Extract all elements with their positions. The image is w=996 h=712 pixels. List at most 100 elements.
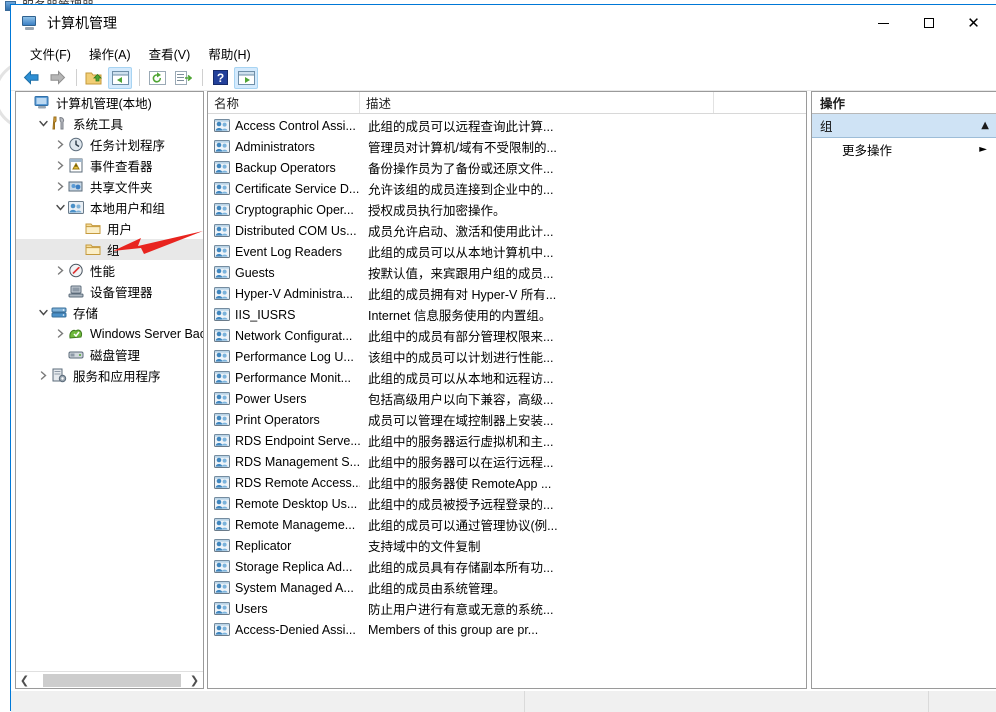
chevron-down-icon[interactable]	[35, 302, 51, 323]
storage-icon	[51, 305, 69, 321]
action-more-actions[interactable]: 更多操作 ►	[812, 138, 996, 160]
tree-node-13[interactable]: 服务和应用程序	[16, 365, 203, 386]
help-icon[interactable]: ?	[208, 67, 232, 89]
tree-node-7[interactable]: 组	[16, 239, 203, 260]
up-folder-icon[interactable]	[82, 67, 106, 89]
tree-node-2[interactable]: 任务计划程序	[16, 134, 203, 155]
toolbar: ?	[11, 65, 996, 91]
minimize-button[interactable]	[861, 5, 906, 41]
group-name-label: Performance Monit...	[235, 371, 351, 385]
scroll-thumb[interactable]	[43, 674, 181, 687]
group-icon	[214, 265, 230, 280]
computer-icon	[34, 95, 52, 111]
table-row[interactable]: Storage Replica Ad...此组的成员具有存储副本所有功...	[208, 556, 806, 577]
cell-group-name: Network Configurat...	[208, 328, 360, 343]
column-header-name[interactable]: 名称	[208, 92, 360, 113]
close-button[interactable]: ✕	[951, 5, 996, 41]
chevron-right-icon: ►	[979, 144, 987, 155]
group-name-label: Storage Replica Ad...	[235, 560, 352, 574]
tree-node-0[interactable]: 计算机管理(本地)	[16, 92, 203, 113]
group-name-label: Users	[235, 602, 268, 616]
table-row[interactable]: Certificate Service D...允许该组的成员连接到企业中的..…	[208, 178, 806, 199]
tree-node-6[interactable]: 用户	[16, 218, 203, 239]
group-name-label: Hyper-V Administra...	[235, 287, 353, 301]
table-row[interactable]: Power Users包括高级用户以向下兼容，高级...	[208, 388, 806, 409]
table-row[interactable]: Hyper-V Administra...此组的成员拥有对 Hyper-V 所有…	[208, 283, 806, 304]
chevron-right-icon[interactable]	[52, 260, 68, 281]
table-row[interactable]: Cryptographic Oper...授权成员执行加密操作。	[208, 199, 806, 220]
tree-node-11[interactable]: Windows Server Back	[16, 323, 203, 344]
tree-node-10[interactable]: 存储	[16, 302, 203, 323]
tree-node-12[interactable]: 磁盘管理	[16, 344, 203, 365]
table-row[interactable]: Event Log Readers此组的成员可以从本地计算机中...	[208, 241, 806, 262]
menu-view[interactable]: 查看(V)	[140, 41, 200, 66]
tree-node-label: 系统工具	[73, 114, 123, 133]
table-row[interactable]: Access-Denied Assi...Members of this gro…	[208, 619, 806, 640]
chevron-down-icon[interactable]	[52, 197, 68, 218]
table-row[interactable]: RDS Management S...此组中的服务器可以在运行远程...	[208, 451, 806, 472]
chevron-down-icon[interactable]	[35, 113, 51, 134]
table-row[interactable]: Distributed COM Us...成员允许启动、激活和使用此计...	[208, 220, 806, 241]
table-row[interactable]: System Managed A...此组的成员由系统管理。	[208, 577, 806, 598]
group-name-label: RDS Management S...	[235, 455, 360, 469]
table-row[interactable]: Network Configurat...此组中的成员有部分管理权限来...	[208, 325, 806, 346]
group-icon	[214, 622, 230, 637]
menu-action[interactable]: 操作(A)	[80, 41, 140, 66]
scroll-track[interactable]	[33, 673, 186, 688]
actions-pane-title: 操作	[812, 92, 996, 114]
tree-horizontal-scrollbar[interactable]: ❮ ❯	[16, 671, 203, 688]
table-row[interactable]: Guests按默认值，来宾跟用户组的成员...	[208, 262, 806, 283]
tree-node-3[interactable]: 事件查看器	[16, 155, 203, 176]
table-row[interactable]: Remote Desktop Us...此组中的成员被授予远程登录的...	[208, 493, 806, 514]
actions-group-header[interactable]: 组 ▲	[812, 114, 996, 138]
table-row[interactable]: Backup Operators备份操作员为了备份或还原文件...	[208, 157, 806, 178]
show-hide-tree-icon[interactable]	[108, 67, 132, 89]
table-row[interactable]: Performance Log U...该组中的成员可以计划进行性能...	[208, 346, 806, 367]
tree-node-4[interactable]: 共享文件夹	[16, 176, 203, 197]
show-hide-action-pane-icon[interactable]	[234, 67, 258, 89]
chevron-right-icon[interactable]	[35, 365, 51, 386]
table-row[interactable]: Access Control Assi...此组的成员可以远程查询此计算...	[208, 115, 806, 136]
twisty-placeholder	[69, 239, 85, 260]
table-row[interactable]: Replicator支持域中的文件复制	[208, 535, 806, 556]
forward-arrow-icon[interactable]	[45, 67, 69, 89]
scroll-left-icon[interactable]: ❮	[16, 673, 33, 688]
table-row[interactable]: RDS Endpoint Serve...此组中的服务器运行虚拟机和主...	[208, 430, 806, 451]
group-name-label: Remote Manageme...	[235, 518, 355, 532]
tree-node-label: 用户	[107, 219, 132, 238]
tree-node-8[interactable]: 性能	[16, 260, 203, 281]
cell-group-name: RDS Endpoint Serve...	[208, 433, 360, 448]
table-row[interactable]: Print Operators成员可以管理在域控制器上安装...	[208, 409, 806, 430]
tree-node-1[interactable]: 系统工具	[16, 113, 203, 134]
table-row[interactable]: Remote Manageme...此组的成员可以通过管理协议(例...	[208, 514, 806, 535]
chevron-right-icon[interactable]	[52, 176, 68, 197]
tree-node-label: 设备管理器	[90, 282, 153, 301]
table-row[interactable]: Performance Monit...此组的成员可以从本地和远程访...	[208, 367, 806, 388]
tree-node-9[interactable]: 设备管理器	[16, 281, 203, 302]
export-list-icon[interactable]	[171, 67, 195, 89]
table-row[interactable]: IIS_IUSRSInternet 信息服务使用的内置组。	[208, 304, 806, 325]
back-arrow-icon[interactable]	[19, 67, 43, 89]
cell-group-name: Backup Operators	[208, 160, 360, 175]
title-bar[interactable]: 计算机管理 ✕	[11, 5, 996, 41]
table-row[interactable]: RDS Remote Access...此组中的服务器使 RemoteApp .…	[208, 472, 806, 493]
chevron-right-icon[interactable]	[52, 155, 68, 176]
cell-group-name: Access-Denied Assi...	[208, 622, 360, 637]
chevron-right-icon[interactable]	[52, 134, 68, 155]
maximize-button[interactable]	[906, 5, 951, 41]
table-row[interactable]: Administrators管理员对计算机/域有不受限制的...	[208, 136, 806, 157]
folder-icon	[85, 221, 103, 237]
group-name-label: Replicator	[235, 539, 291, 553]
tree-node-5[interactable]: 本地用户和组	[16, 197, 203, 218]
cell-group-name: Power Users	[208, 391, 360, 406]
windows-backup-icon	[68, 326, 86, 342]
menu-help[interactable]: 帮助(H)	[199, 41, 259, 66]
column-header-description[interactable]: 描述	[360, 92, 714, 113]
scroll-right-icon[interactable]: ❯	[186, 673, 203, 688]
chevron-right-icon[interactable]	[52, 323, 68, 344]
refresh-icon[interactable]	[145, 67, 169, 89]
table-row[interactable]: Users防止用户进行有意或无意的系统...	[208, 598, 806, 619]
chevron-up-icon[interactable]: ▲	[981, 120, 989, 131]
menu-file[interactable]: 文件(F)	[21, 41, 80, 66]
group-icon	[214, 223, 230, 238]
